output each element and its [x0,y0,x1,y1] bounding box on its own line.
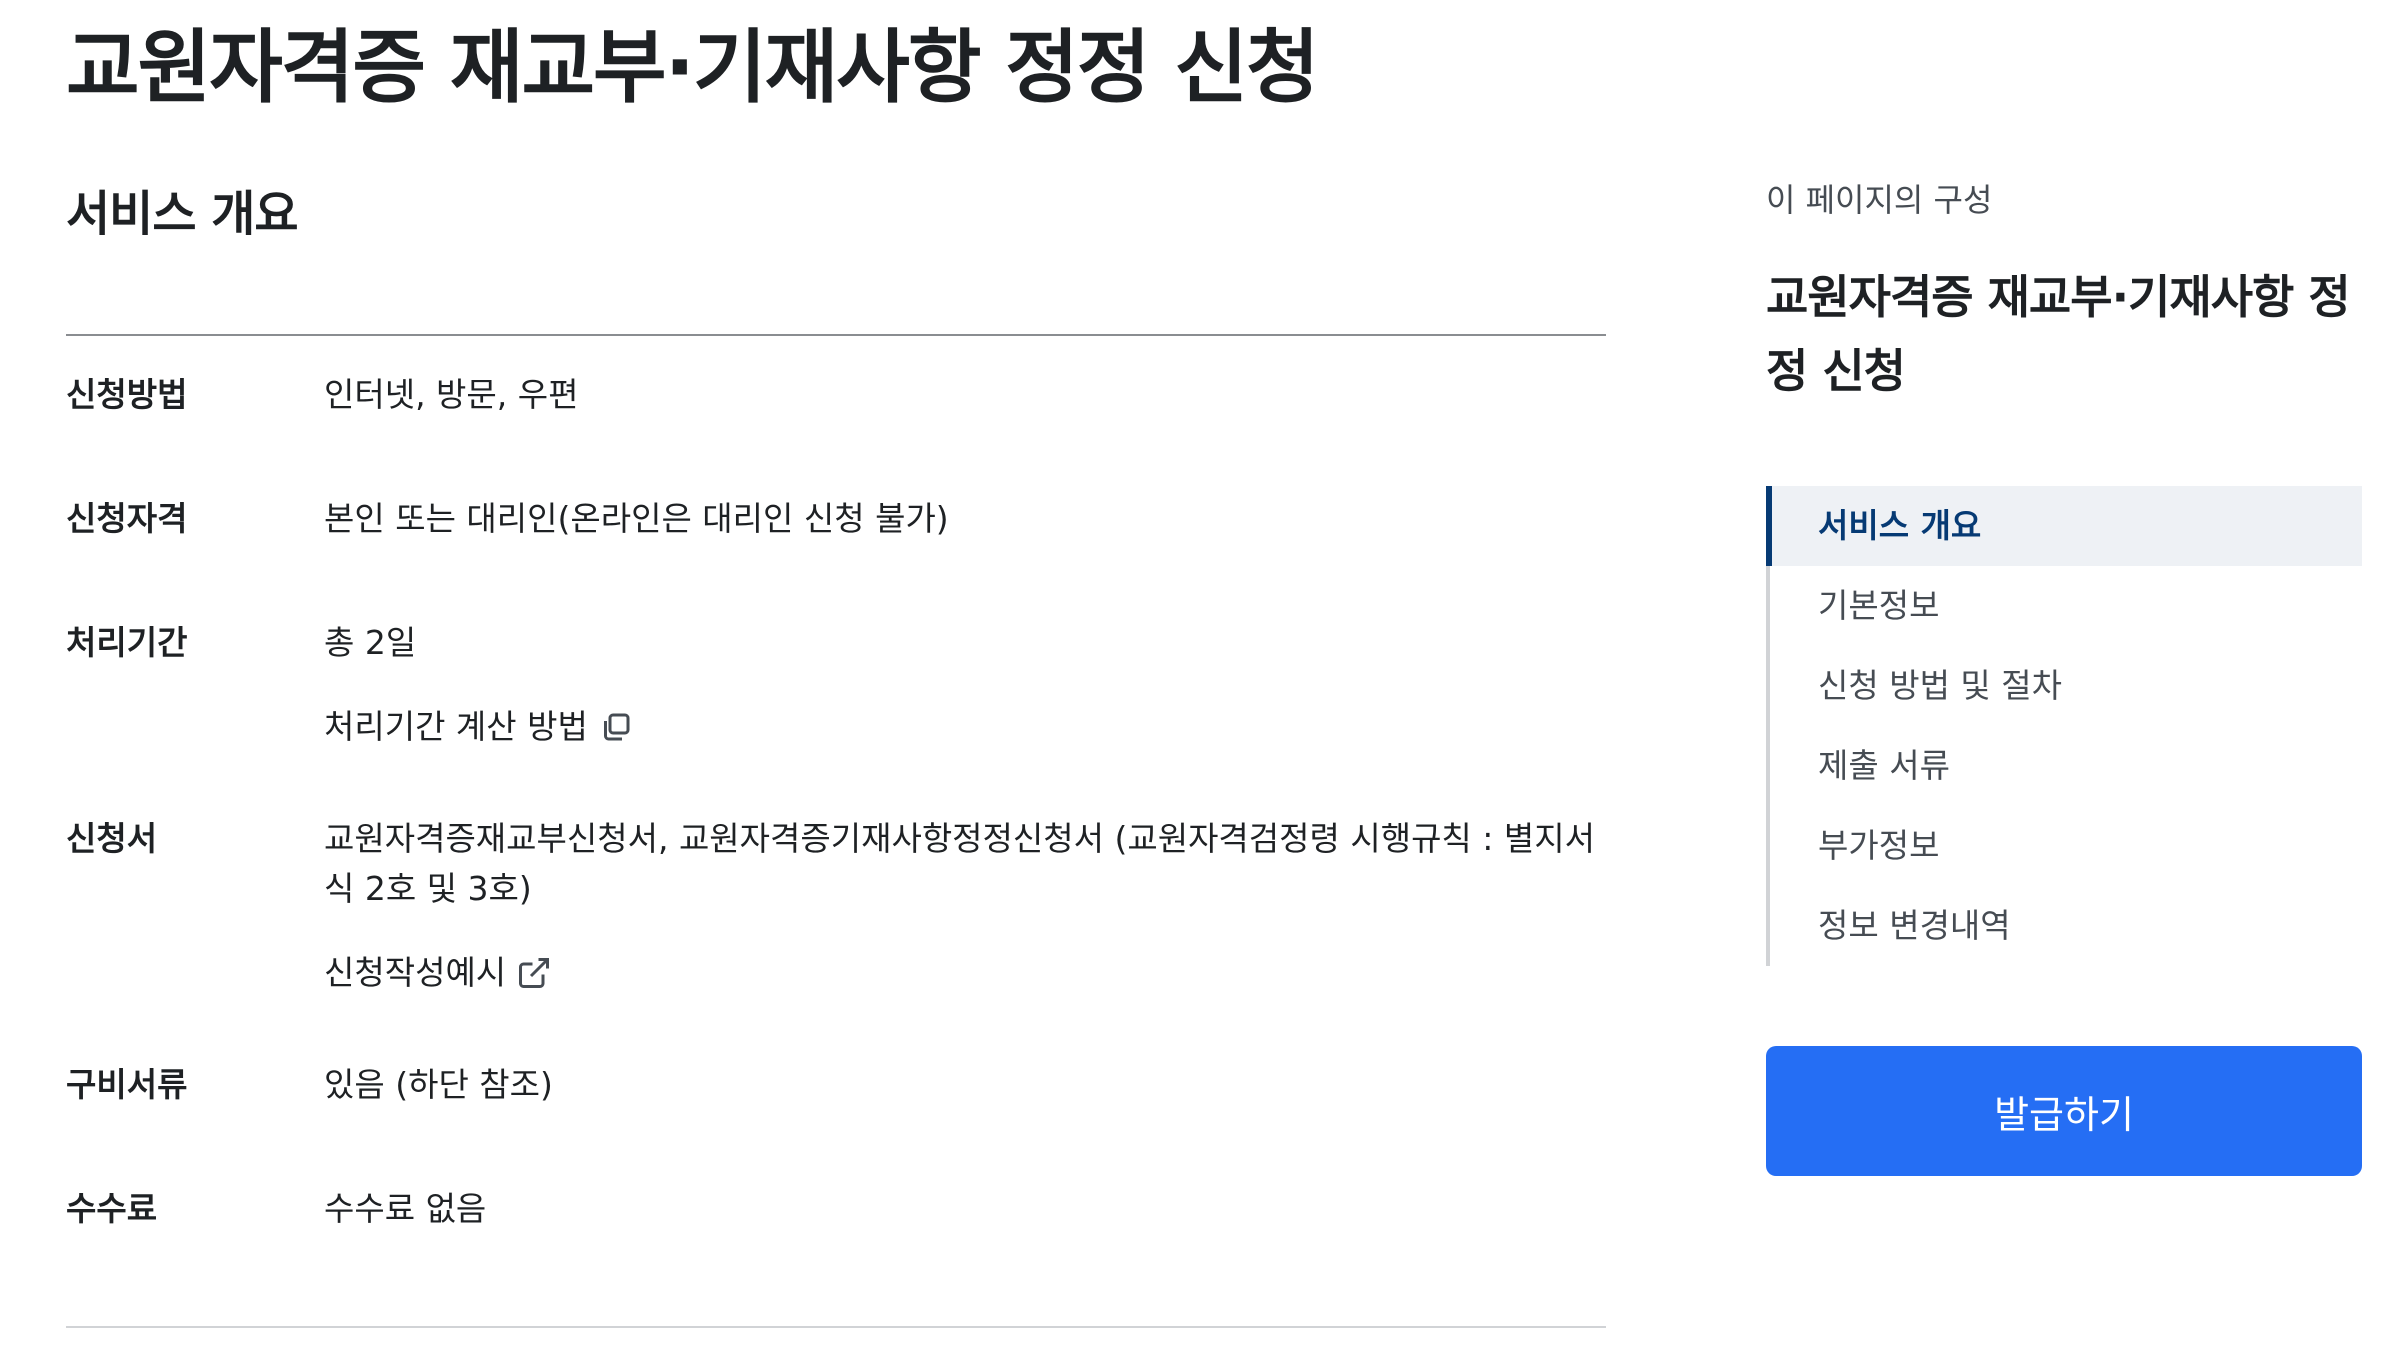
external-link-icon [519,958,550,988]
info-row-documents: 구비서류 있음 (하단 참조) [66,1048,1606,1122]
info-row-method: 신청방법 인터넷, 방문, 우편 [66,358,1606,432]
page-title: 교원자격증 재교부·기재사항 정정 신청 [66,21,1320,114]
toc-caption: 이 페이지의 구성 [1766,181,1993,219]
info-label: 신청방법 [66,375,188,414]
processing-time-calc-link[interactable]: 처리기간 계산 방법 [324,702,1606,752]
bottom-divider [66,1326,1606,1328]
info-label: 수수료 [66,1189,158,1228]
toc-item-basic-info[interactable]: 기본정보 [1770,566,2362,646]
service-overview-section: 서비스 개요 신청방법 인터넷, 방문, 우편 신청자격 본인 또는 대리인(온… [66,180,1606,1296]
toc-item-change-history[interactable]: 정보 변경내역 [1770,886,2362,966]
toc-item-additional-info[interactable]: 부가정보 [1770,806,2362,886]
link-label: 신청작성예시 [324,953,507,992]
info-row-processing-time: 처리기간 총 2일 처리기간 계산 방법 [66,606,1606,752]
info-list: 신청방법 인터넷, 방문, 우편 신청자격 본인 또는 대리인(온라인은 대리인… [66,336,1606,1246]
info-value: 인터넷, 방문, 우편 [324,375,579,414]
info-label: 신청서 [66,819,158,858]
info-label: 신청자격 [66,499,188,538]
toc-title: 교원자격증 재교부·기재사항 정정 신청 [1766,270,2351,398]
toc-nav: 서비스 개요 기본정보 신청 방법 및 절차 제출 서류 부가정보 정보 변경내… [1766,486,2362,966]
toc-item-application-procedure[interactable]: 신청 방법 및 절차 [1770,646,2362,726]
form-example-link[interactable]: 신청작성예시 [324,948,1606,998]
copy-icon [603,713,630,741]
info-value: 수수료 없음 [324,1189,487,1228]
link-label: 처리기간 계산 방법 [324,707,588,746]
toc-item-service-overview[interactable]: 서비스 개요 [1766,486,2362,566]
info-row-fee: 수수료 수수료 없음 [66,1172,1606,1246]
info-label: 처리기간 [66,623,188,662]
info-value: 있음 (하단 참조) [324,1065,553,1104]
page-toc-sidebar: 이 페이지의 구성 교원자격증 재교부·기재사항 정정 신청 서비스 개요 기본… [1766,176,2362,1176]
info-row-eligibility: 신청자격 본인 또는 대리인(온라인은 대리인 신청 불가) [66,482,1606,556]
info-row-application-form: 신청서 교원자격증재교부신청서, 교원자격증기재사항정정신청서 (교원자격검정령… [66,802,1606,998]
info-label: 구비서류 [66,1065,188,1104]
toc-item-submission-documents[interactable]: 제출 서류 [1770,726,2362,806]
info-value: 총 2일 [324,623,417,662]
issue-button[interactable]: 발급하기 [1766,1046,2362,1176]
section-title: 서비스 개요 [66,186,299,242]
info-value: 교원자격증재교부신청서, 교원자격증기재사항정정신청서 (교원자격검정령 시행규… [324,819,1595,908]
info-value: 본인 또는 대리인(온라인은 대리인 신청 불가) [324,499,949,538]
